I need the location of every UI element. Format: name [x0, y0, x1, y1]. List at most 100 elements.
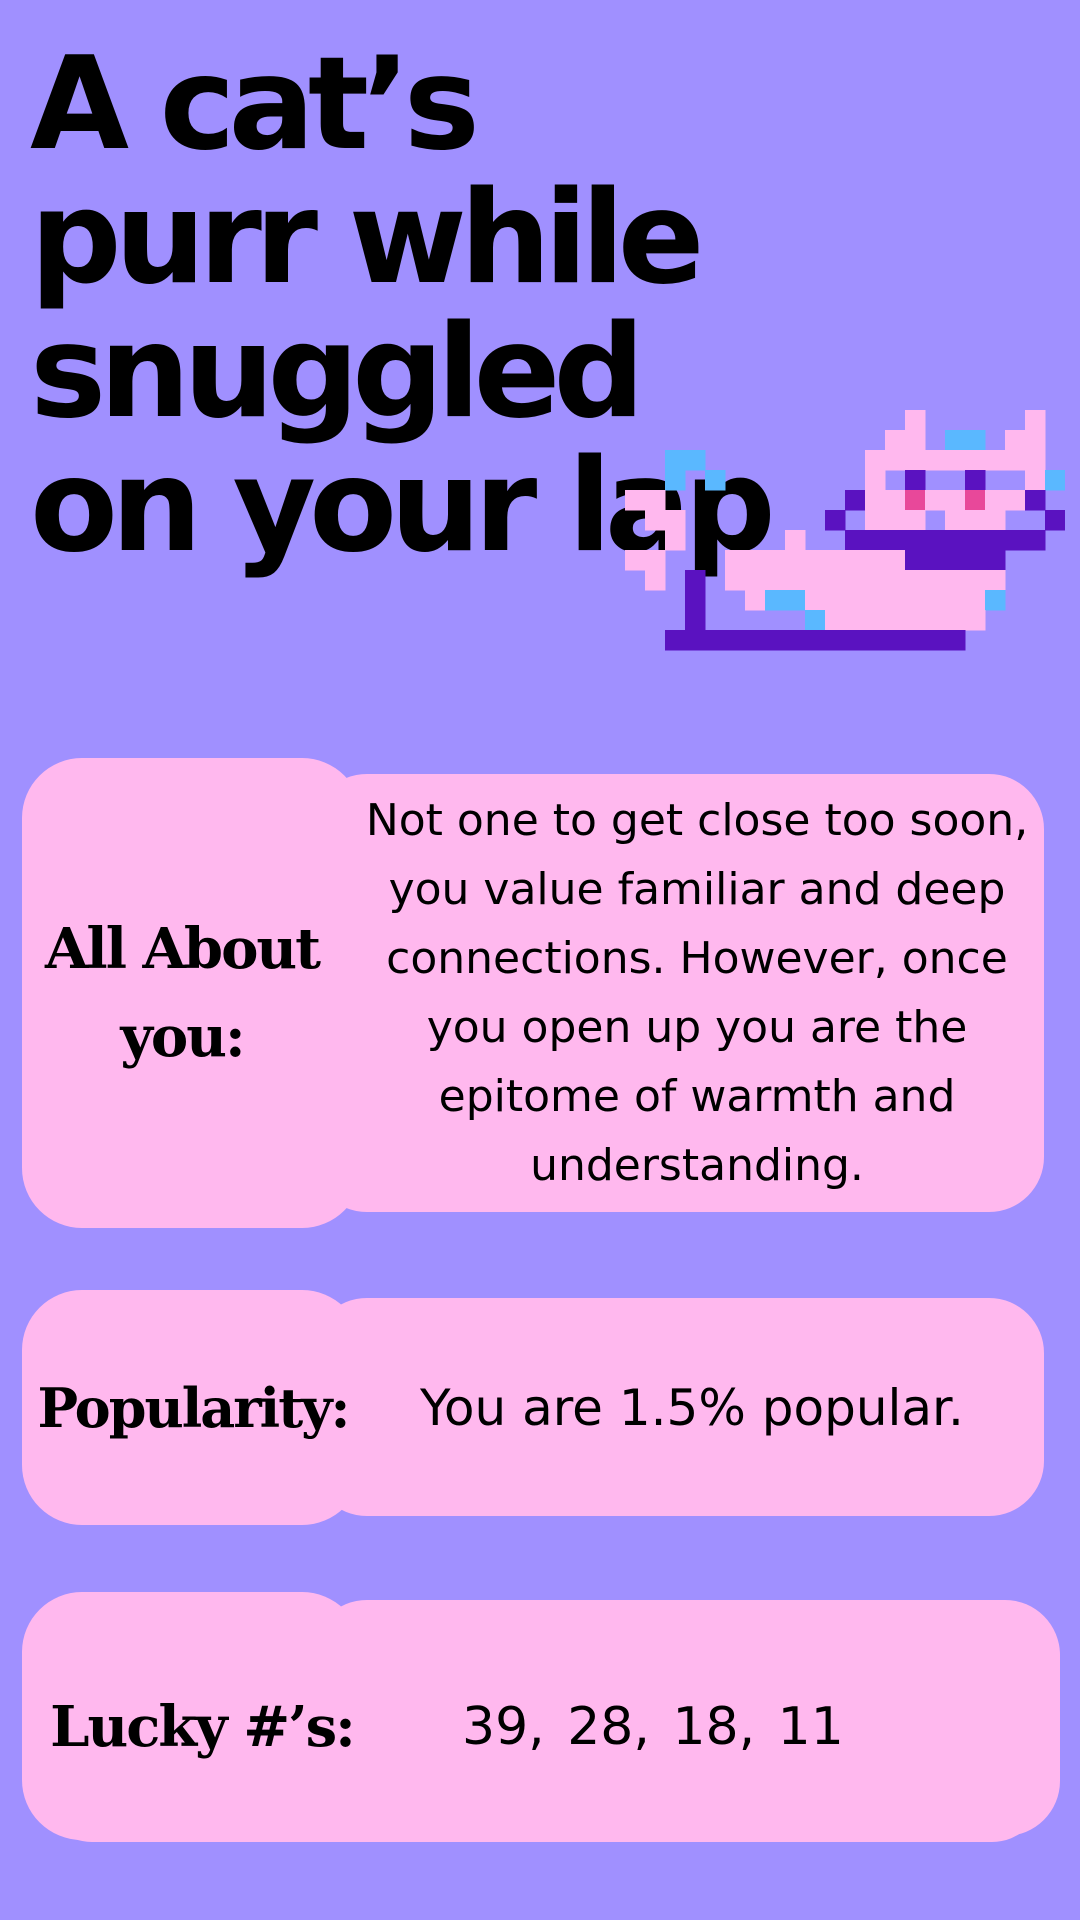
cat-pixel — [885, 490, 906, 511]
cat-pixel — [665, 450, 686, 471]
cat-pixel — [645, 550, 666, 571]
lucky-numbers-card: Lucky #’s: 39, 28, 18, 11 — [22, 1592, 1060, 1844]
cat-pixel — [665, 630, 686, 651]
cat-pixel — [905, 450, 926, 471]
cat-pixel — [905, 550, 926, 571]
cat-pixel — [985, 570, 1006, 591]
cat-pixel — [625, 490, 646, 511]
cat-pixel — [945, 450, 966, 471]
cat-pixel — [925, 530, 946, 551]
cat-pixel — [845, 630, 866, 651]
cat-pixel — [765, 630, 786, 651]
cat-pixel — [965, 470, 986, 491]
cat-pixel — [825, 590, 846, 611]
cat-pixel — [965, 590, 986, 611]
cat-pixel — [785, 550, 806, 571]
cat-pixel — [865, 470, 886, 491]
cat-pixel — [1005, 450, 1026, 471]
cat-pixel — [725, 550, 746, 571]
cat-pixel — [945, 530, 966, 551]
cat-pixel — [845, 610, 866, 631]
cat-pixel — [905, 570, 926, 591]
cat-pixel — [1005, 490, 1026, 511]
cat-pixel — [865, 570, 886, 591]
popularity-card: Popularity: You are 1.5% popular. — [22, 1290, 1044, 1525]
cat-pixel — [685, 570, 706, 591]
cat-pixel — [805, 630, 826, 651]
cat-pixel — [1025, 470, 1046, 491]
cat-pixel — [925, 590, 946, 611]
cat-pixel — [945, 510, 966, 531]
cat-pixel — [925, 630, 946, 651]
lucky-numbers-text: 39, 28, 18, 11 — [462, 1697, 844, 1757]
cat-pixel — [705, 630, 726, 651]
cat-pixel — [985, 530, 1006, 551]
about-text: Not one to get close too soon, you value… — [365, 795, 1029, 1191]
popularity-text: You are 1.5% popular. — [420, 1378, 964, 1437]
cat-pixel — [945, 490, 966, 511]
cat-pixel — [1025, 450, 1046, 471]
cat-pixel — [885, 610, 906, 631]
cat-pixel — [645, 490, 666, 511]
cat-pixel — [725, 630, 746, 651]
cat-pixel — [685, 590, 706, 611]
cat-pixel — [765, 570, 786, 591]
cat-pixel — [665, 530, 686, 551]
cat-pixel — [645, 510, 666, 531]
cat-pixel — [785, 570, 806, 591]
cat-pixel — [685, 610, 706, 631]
cat-pixel — [805, 570, 826, 591]
cat-pixel — [965, 490, 986, 511]
cat-pixel — [885, 510, 906, 531]
cat-pixel — [805, 610, 826, 631]
cat-pixel — [965, 450, 986, 471]
cat-pixel — [965, 550, 986, 571]
cat-pixel — [785, 530, 806, 551]
cat-pixel — [865, 610, 886, 631]
cat-pixel — [685, 630, 706, 651]
cat-pixel — [745, 570, 766, 591]
cat-pixel — [865, 510, 886, 531]
cat-pixel — [905, 410, 926, 431]
cat-pixel — [925, 450, 946, 471]
cat-pixel — [825, 570, 846, 591]
cat-pixel — [665, 510, 686, 531]
cat-pixel — [905, 510, 926, 531]
cat-pixel — [665, 470, 686, 491]
cat-pixel — [1045, 510, 1065, 531]
cat-pixel — [925, 490, 946, 511]
cat-pixel — [905, 430, 926, 451]
cat-pixel — [925, 550, 946, 571]
cat-pixel — [905, 490, 926, 511]
cat-pixel — [745, 590, 766, 611]
cat-pixel — [745, 550, 766, 571]
cat-pixel — [1025, 490, 1046, 511]
about-label: All About you: — [44, 916, 321, 1070]
cat-pixel — [985, 450, 1006, 471]
cat-pixel — [865, 450, 886, 471]
cat-pixel — [1005, 430, 1026, 451]
cat-pixel — [725, 570, 746, 591]
cat-pixel — [785, 630, 806, 651]
cat-pixel — [945, 610, 966, 631]
pixel-cat-icon — [625, 410, 1065, 651]
cat-pixel — [645, 570, 666, 591]
popularity-label: Popularity: — [37, 1375, 351, 1440]
cat-pixel — [705, 470, 726, 491]
cat-pixel — [885, 450, 906, 471]
cat-pixel — [825, 610, 846, 631]
cat-pixel — [945, 630, 966, 651]
cat-pixel — [865, 490, 886, 511]
cat-pixel — [685, 450, 706, 471]
cat-pixel — [925, 570, 946, 591]
cat-pixel — [885, 550, 906, 571]
cat-pixel — [905, 470, 926, 491]
cat-pixel — [885, 530, 906, 551]
cat-pixel — [865, 550, 886, 571]
cat-pixel — [745, 630, 766, 651]
lucky-label: Lucky #’s: — [50, 1694, 356, 1760]
cat-pixel — [865, 630, 886, 651]
cat-pixel — [885, 430, 906, 451]
cat-pixel — [805, 590, 826, 611]
cat-pixel — [1005, 530, 1026, 551]
